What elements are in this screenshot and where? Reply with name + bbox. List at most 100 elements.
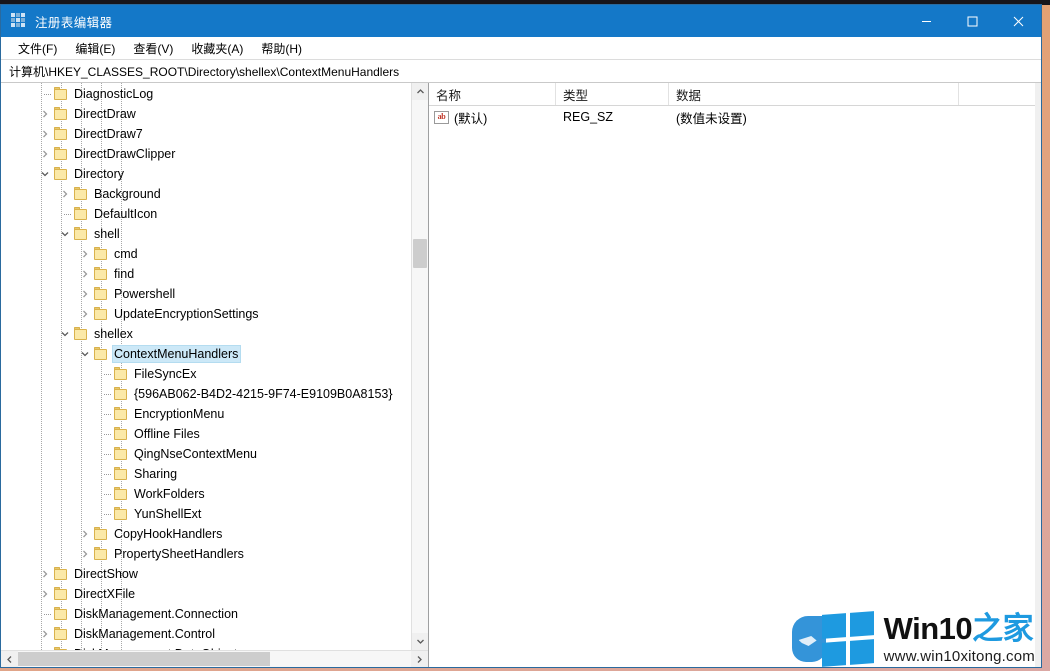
chevron-down-icon[interactable] xyxy=(57,226,73,242)
folder-icon xyxy=(93,347,109,361)
tree-node-directdraw[interactable]: DirectDraw xyxy=(1,104,411,124)
tree-node-diskmanagement-control[interactable]: DiskManagement.Control xyxy=(1,624,411,644)
scroll-up-icon[interactable] xyxy=(412,83,428,100)
address-path: 计算机\HKEY_CLASSES_ROOT\Directory\shellex\… xyxy=(9,64,400,79)
tree-node-diagnosticlog[interactable]: DiagnosticLog xyxy=(1,84,411,104)
value-name-cell[interactable]: ab (默认) xyxy=(429,106,556,128)
chevron-right-icon[interactable] xyxy=(37,126,53,142)
chevron-right-icon[interactable] xyxy=(37,566,53,582)
tree-horizontal-scrollbar[interactable] xyxy=(1,650,428,667)
string-value-icon: ab xyxy=(434,110,449,124)
chevron-right-icon[interactable] xyxy=(37,146,53,162)
tree-node-background[interactable]: Background xyxy=(1,184,411,204)
address-bar[interactable]: 计算机\HKEY_CLASSES_ROOT\Directory\shellex\… xyxy=(1,60,1041,83)
folder-icon xyxy=(53,627,69,641)
tree-node-directory[interactable]: Directory xyxy=(1,164,411,184)
menu-edit[interactable]: 编辑(E) xyxy=(66,38,124,59)
folder-icon xyxy=(113,487,129,501)
maximize-button[interactable] xyxy=(949,5,995,37)
tree-leaf-stub xyxy=(97,386,113,402)
tree-node-powershell[interactable]: Powershell xyxy=(1,284,411,304)
tree-scroll-thumb[interactable] xyxy=(413,238,427,268)
chevron-down-icon[interactable] xyxy=(57,326,73,342)
tree-vertical-scrollbar[interactable] xyxy=(411,83,428,650)
tree-node-contextmenuhandlers[interactable]: ContextMenuHandlers xyxy=(1,344,411,364)
tree-node-diskmanagement-dataobject[interactable]: DiskManagement.DataObject xyxy=(1,644,411,650)
chevron-right-icon[interactable] xyxy=(77,526,93,542)
tree-node-directdrawclipper[interactable]: DirectDrawClipper xyxy=(1,144,411,164)
tree-node-label: DefaultIcon xyxy=(94,207,158,221)
scroll-down-icon[interactable] xyxy=(412,633,428,650)
registry-tree[interactable]: DiagnosticLog DirectDraw DirectDraw7 Direct… xyxy=(1,83,411,650)
registry-icon xyxy=(11,13,27,29)
tree-node-sharing[interactable]: Sharing xyxy=(1,464,411,484)
menu-view[interactable]: 查看(V) xyxy=(124,38,182,59)
folder-icon xyxy=(113,507,129,521)
tree-node-shellex[interactable]: shellex xyxy=(1,324,411,344)
tree-leaf-stub xyxy=(37,86,53,102)
tree-node-encryptionmenu[interactable]: EncryptionMenu xyxy=(1,404,411,424)
tree-node-label: UpdateEncryptionSettings xyxy=(114,307,259,321)
tree-node-label: cmd xyxy=(114,247,138,261)
tree-node-label: shell xyxy=(94,227,120,241)
folder-icon xyxy=(53,587,69,601)
tree-node-propertysheethandlers[interactable]: PropertySheetHandlers xyxy=(1,544,411,564)
tree-node-qingnsecontextmenu[interactable]: QingNseContextMenu xyxy=(1,444,411,464)
values-list[interactable]: ab (默认) REG_SZ (数值未设置) xyxy=(429,106,1041,667)
tree-node-directshow[interactable]: DirectShow xyxy=(1,564,411,584)
column-header-data[interactable]: 数据 xyxy=(669,83,959,105)
tree-node-yunshellext[interactable]: YunShellExt xyxy=(1,504,411,524)
folder-icon xyxy=(73,227,89,241)
tree-node-find[interactable]: find xyxy=(1,264,411,284)
tree-node-filesyncex[interactable]: FileSyncEx xyxy=(1,364,411,384)
minimize-button[interactable] xyxy=(903,5,949,37)
tree-node-label: Offline Files xyxy=(134,427,200,441)
tree-node-defaulticon[interactable]: DefaultIcon xyxy=(1,204,411,224)
chevron-right-icon[interactable] xyxy=(77,286,93,302)
column-header-filler xyxy=(959,83,1041,105)
chevron-right-icon[interactable] xyxy=(77,546,93,562)
tree-node-offline-files[interactable]: Offline Files xyxy=(1,424,411,444)
column-header-type[interactable]: 类型 xyxy=(556,83,669,105)
scroll-left-icon[interactable] xyxy=(1,651,18,667)
menu-file[interactable]: 文件(F) xyxy=(9,38,66,59)
menu-help[interactable]: 帮助(H) xyxy=(252,38,311,59)
tree-node-directdraw7[interactable]: DirectDraw7 xyxy=(1,124,411,144)
tree-node-workfolders[interactable]: WorkFolders xyxy=(1,484,411,504)
tree-hscroll-thumb[interactable] xyxy=(18,652,270,666)
values-scrollbar-edge[interactable] xyxy=(1035,83,1041,667)
chevron-right-icon[interactable] xyxy=(77,266,93,282)
scroll-right-icon[interactable] xyxy=(411,651,428,667)
column-header-name[interactable]: 名称 xyxy=(429,83,556,105)
chevron-right-icon[interactable] xyxy=(37,106,53,122)
chevron-right-icon[interactable] xyxy=(57,186,73,202)
tree-hscroll-track[interactable] xyxy=(18,651,411,667)
value-data-cell: (数值未设置) xyxy=(676,111,747,126)
tree-node-label: shellex xyxy=(94,327,133,341)
folder-icon xyxy=(93,247,109,261)
chevron-right-icon[interactable] xyxy=(37,646,53,650)
table-row[interactable]: ab (默认) REG_SZ (数值未设置) xyxy=(429,106,1041,128)
registry-editor-window: 注册表编辑器 文件(F) 编辑(E) 查看(V) 收藏夹(A) 帮助(H) 计算… xyxy=(0,4,1042,668)
window-titlebar[interactable]: 注册表编辑器 xyxy=(1,5,1041,37)
chevron-right-icon[interactable] xyxy=(37,626,53,642)
chevron-down-icon[interactable] xyxy=(37,166,53,182)
tree-node-diskmanagement-connection[interactable]: DiskManagement.Connection xyxy=(1,604,411,624)
tree-node-cmd[interactable]: cmd xyxy=(1,244,411,264)
window-controls xyxy=(903,5,1041,37)
close-button[interactable] xyxy=(995,5,1041,37)
tree-leaf-stub xyxy=(97,426,113,442)
tree-node-directxfile[interactable]: DirectXFile xyxy=(1,584,411,604)
tree-node-updateencryptionsettings[interactable]: UpdateEncryptionSettings xyxy=(1,304,411,324)
chevron-right-icon[interactable] xyxy=(77,306,93,322)
tree-node-shell[interactable]: shell xyxy=(1,224,411,244)
tree-scroll-track[interactable] xyxy=(412,100,428,633)
chevron-down-icon[interactable] xyxy=(77,346,93,362)
chevron-right-icon[interactable] xyxy=(77,246,93,262)
tree-node-label: DiagnosticLog xyxy=(74,87,154,101)
tree-node-copyhookhandlers[interactable]: CopyHookHandlers xyxy=(1,524,411,544)
menu-favorites[interactable]: 收藏夹(A) xyxy=(182,38,252,59)
tree-node-label: DiskManagement.DataObject xyxy=(72,645,240,650)
chevron-right-icon[interactable] xyxy=(37,586,53,602)
tree-node-596ab062-b4d2-4215-9f74-e9109b0a8153[interactable]: {596AB062-B4D2-4215-9F74-E9109B0A8153} xyxy=(1,384,411,404)
